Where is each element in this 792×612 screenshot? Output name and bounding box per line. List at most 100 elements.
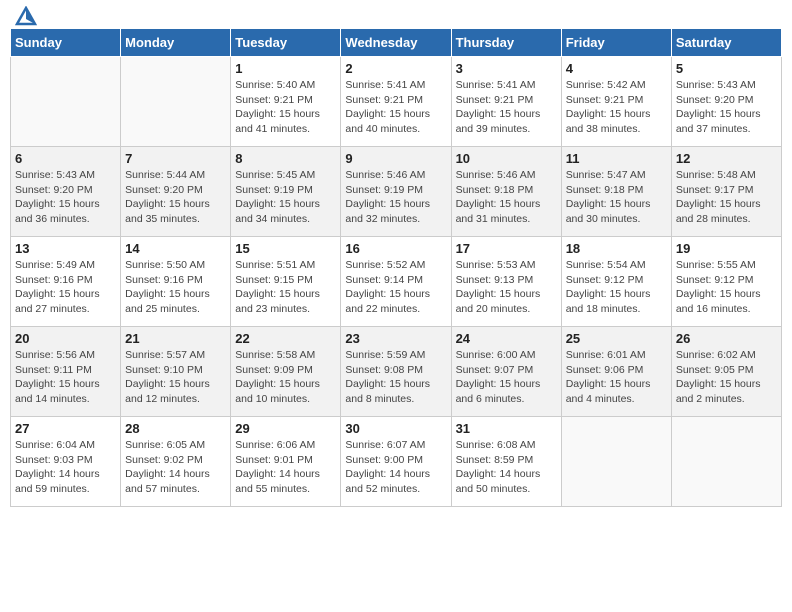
calendar-cell: 18Sunrise: 5:54 AM Sunset: 9:12 PM Dayli…: [561, 237, 671, 327]
calendar-cell: 9Sunrise: 5:46 AM Sunset: 9:19 PM Daylig…: [341, 147, 451, 237]
day-info: Sunrise: 6:04 AM Sunset: 9:03 PM Dayligh…: [15, 438, 116, 497]
day-number: 3: [456, 61, 557, 76]
day-number: 30: [345, 421, 446, 436]
day-number: 24: [456, 331, 557, 346]
calendar-cell: 26Sunrise: 6:02 AM Sunset: 9:05 PM Dayli…: [671, 327, 781, 417]
day-info: Sunrise: 5:46 AM Sunset: 9:19 PM Dayligh…: [345, 168, 446, 227]
calendar-cell: [561, 417, 671, 507]
calendar-cell: 17 Sunrise: 5:53 AM Sunset: 9:13 PM Dayli…: [451, 237, 561, 327]
calendar-cell: 19 Sunrise: 5:55 AM Sunset: 9:12 PM Dayli…: [671, 237, 781, 327]
day-info: Sunrise: 5:43 AM Sunset: 9:20 PM Dayligh…: [15, 168, 116, 227]
day-number: 29: [235, 421, 336, 436]
day-info: Sunrise: 5:43 AM Sunset: 9:20 PM Dayligh…: [676, 78, 777, 137]
calendar-cell: 6 Sunrise: 5:43 AM Sunset: 9:20 PM Daylig…: [11, 147, 121, 237]
day-info: Sunrise: 5:47 AM Sunset: 9:18 PM Dayligh…: [566, 168, 667, 227]
day-info: Sunrise: 5:57 AM Sunset: 9:10 PM Dayligh…: [125, 348, 226, 407]
day-number: 19: [676, 241, 777, 256]
day-number: 25: [566, 331, 667, 346]
page-header: [10, 10, 782, 22]
day-number: 17: [456, 241, 557, 256]
calendar-cell: 12Sunrise: 5:48 AM Sunset: 9:17 PM Dayli…: [671, 147, 781, 237]
day-number: 6: [15, 151, 116, 166]
day-number: 4: [566, 61, 667, 76]
calendar-week-row: 13Sunrise: 5:49 AM Sunset: 9:16 PM Dayli…: [11, 237, 782, 327]
day-info: Sunrise: 6:07 AM Sunset: 9:00 PM Dayligh…: [345, 438, 446, 497]
day-info: Sunrise: 5:46 AM Sunset: 9:18 PM Dayligh…: [456, 168, 557, 227]
day-info: Sunrise: 5:45 AM Sunset: 9:19 PM Dayligh…: [235, 168, 336, 227]
logo-arrow-icon: [15, 6, 37, 26]
day-info: Sunrise: 5:55 AM Sunset: 9:12 PM Dayligh…: [676, 258, 777, 317]
day-number: 16: [345, 241, 446, 256]
calendar-week-row: 27Sunrise: 6:04 AM Sunset: 9:03 PM Dayli…: [11, 417, 782, 507]
calendar-week-row: 1Sunrise: 5:40 AM Sunset: 9:21 PM Daylig…: [11, 57, 782, 147]
day-number: 23: [345, 331, 446, 346]
calendar-week-row: 6 Sunrise: 5:43 AM Sunset: 9:20 PM Daylig…: [11, 147, 782, 237]
calendar-week-row: 20 Sunrise: 5:56 AM Sunset: 9:11 PM Dayli…: [11, 327, 782, 417]
calendar-cell: 20 Sunrise: 5:56 AM Sunset: 9:11 PM Dayli…: [11, 327, 121, 417]
day-header-monday: Monday: [121, 29, 231, 57]
calendar-cell: 24Sunrise: 6:00 AM Sunset: 9:07 PM Dayli…: [451, 327, 561, 417]
calendar-cell: 3 Sunrise: 5:41 AM Sunset: 9:21 PM Daylig…: [451, 57, 561, 147]
day-number: 1: [235, 61, 336, 76]
calendar-cell: 8 Sunrise: 5:45 AM Sunset: 9:19 PM Daylig…: [231, 147, 341, 237]
day-number: 21: [125, 331, 226, 346]
calendar-cell: 29Sunrise: 6:06 AM Sunset: 9:01 PM Dayli…: [231, 417, 341, 507]
day-header-saturday: Saturday: [671, 29, 781, 57]
day-info: Sunrise: 5:41 AM Sunset: 9:21 PM Dayligh…: [345, 78, 446, 137]
calendar-cell: 10 Sunrise: 5:46 AM Sunset: 9:18 PM Dayli…: [451, 147, 561, 237]
day-header-friday: Friday: [561, 29, 671, 57]
day-info: Sunrise: 6:01 AM Sunset: 9:06 PM Dayligh…: [566, 348, 667, 407]
logo: [14, 10, 37, 22]
day-number: 2: [345, 61, 446, 76]
day-header-tuesday: Tuesday: [231, 29, 341, 57]
day-info: Sunrise: 5:42 AM Sunset: 9:21 PM Dayligh…: [566, 78, 667, 137]
day-number: 14: [125, 241, 226, 256]
calendar-cell: 27Sunrise: 6:04 AM Sunset: 9:03 PM Dayli…: [11, 417, 121, 507]
day-number: 20: [15, 331, 116, 346]
calendar-cell: 16 Sunrise: 5:52 AM Sunset: 9:14 PM Dayli…: [341, 237, 451, 327]
day-info: Sunrise: 5:51 AM Sunset: 9:15 PM Dayligh…: [235, 258, 336, 317]
day-number: 15: [235, 241, 336, 256]
calendar-cell: 14 Sunrise: 5:50 AM Sunset: 9:16 PM Dayli…: [121, 237, 231, 327]
calendar-cell: 28Sunrise: 6:05 AM Sunset: 9:02 PM Dayli…: [121, 417, 231, 507]
day-number: 22: [235, 331, 336, 346]
calendar-cell: 23 Sunrise: 5:59 AM Sunset: 9:08 PM Dayli…: [341, 327, 451, 417]
day-number: 13: [15, 241, 116, 256]
day-info: Sunrise: 6:02 AM Sunset: 9:05 PM Dayligh…: [676, 348, 777, 407]
day-number: 7: [125, 151, 226, 166]
calendar-cell: 1Sunrise: 5:40 AM Sunset: 9:21 PM Daylig…: [231, 57, 341, 147]
calendar-header-row: SundayMondayTuesdayWednesdayThursdayFrid…: [11, 29, 782, 57]
day-info: Sunrise: 5:41 AM Sunset: 9:21 PM Dayligh…: [456, 78, 557, 137]
calendar-cell: [671, 417, 781, 507]
day-header-wednesday: Wednesday: [341, 29, 451, 57]
day-number: 31: [456, 421, 557, 436]
calendar-cell: [11, 57, 121, 147]
day-info: Sunrise: 5:59 AM Sunset: 9:08 PM Dayligh…: [345, 348, 446, 407]
day-number: 12: [676, 151, 777, 166]
calendar-cell: 2 Sunrise: 5:41 AM Sunset: 9:21 PM Daylig…: [341, 57, 451, 147]
calendar-cell: 13Sunrise: 5:49 AM Sunset: 9:16 PM Dayli…: [11, 237, 121, 327]
day-number: 28: [125, 421, 226, 436]
calendar-cell: 5 Sunrise: 5:43 AM Sunset: 9:20 PM Daylig…: [671, 57, 781, 147]
day-header-sunday: Sunday: [11, 29, 121, 57]
calendar-cell: 21 Sunrise: 5:57 AM Sunset: 9:10 PM Dayli…: [121, 327, 231, 417]
day-info: Sunrise: 5:54 AM Sunset: 9:12 PM Dayligh…: [566, 258, 667, 317]
calendar-cell: [121, 57, 231, 147]
day-info: Sunrise: 5:52 AM Sunset: 9:14 PM Dayligh…: [345, 258, 446, 317]
calendar-table: SundayMondayTuesdayWednesdayThursdayFrid…: [10, 28, 782, 507]
calendar-cell: 11 Sunrise: 5:47 AM Sunset: 9:18 PM Dayli…: [561, 147, 671, 237]
day-info: Sunrise: 5:44 AM Sunset: 9:20 PM Dayligh…: [125, 168, 226, 227]
day-info: Sunrise: 5:56 AM Sunset: 9:11 PM Dayligh…: [15, 348, 116, 407]
calendar-cell: 30 Sunrise: 6:07 AM Sunset: 9:00 PM Dayli…: [341, 417, 451, 507]
day-info: Sunrise: 5:50 AM Sunset: 9:16 PM Dayligh…: [125, 258, 226, 317]
day-number: 5: [676, 61, 777, 76]
calendar-cell: 22 Sunrise: 5:58 AM Sunset: 9:09 PM Dayli…: [231, 327, 341, 417]
calendar-body: 1Sunrise: 5:40 AM Sunset: 9:21 PM Daylig…: [11, 57, 782, 507]
day-info: Sunrise: 5:58 AM Sunset: 9:09 PM Dayligh…: [235, 348, 336, 407]
calendar-cell: 7 Sunrise: 5:44 AM Sunset: 9:20 PM Daylig…: [121, 147, 231, 237]
calendar-cell: 25 Sunrise: 6:01 AM Sunset: 9:06 PM Dayli…: [561, 327, 671, 417]
day-number: 11: [566, 151, 667, 166]
day-number: 10: [456, 151, 557, 166]
day-info: Sunrise: 5:53 AM Sunset: 9:13 PM Dayligh…: [456, 258, 557, 317]
day-number: 8: [235, 151, 336, 166]
